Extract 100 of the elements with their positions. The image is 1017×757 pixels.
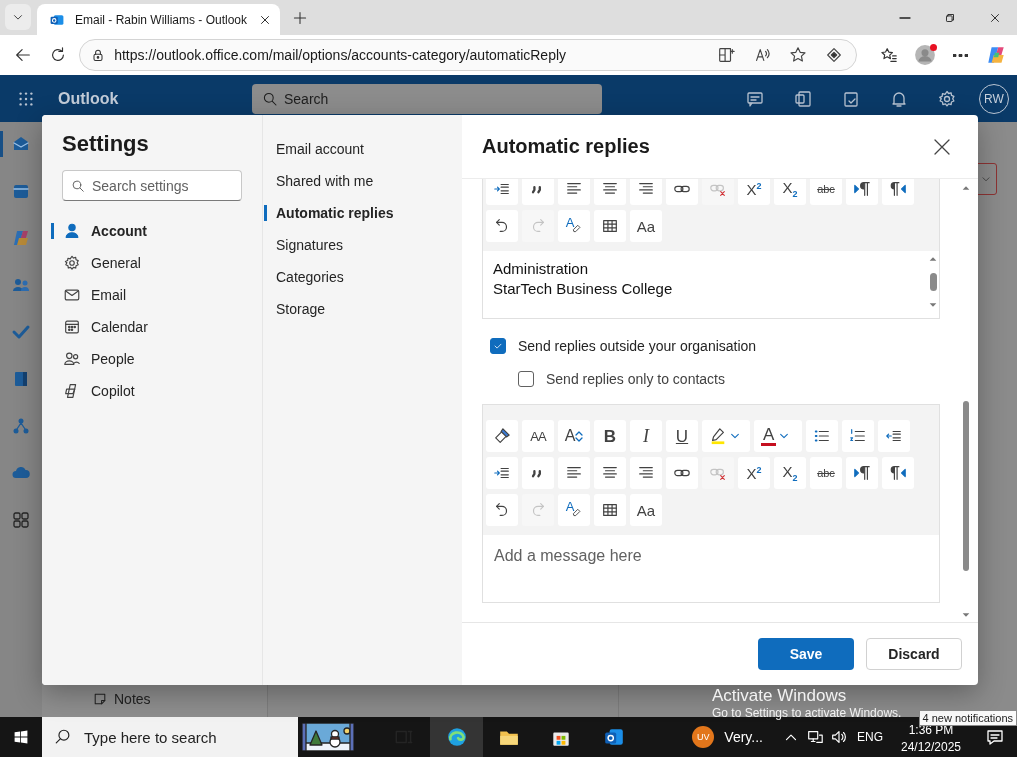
search-field[interactable]: Search <box>252 83 602 114</box>
scroll-thumb[interactable] <box>929 273 937 291</box>
folder-item[interactable]: Notes <box>92 687 267 711</box>
bold-button[interactable]: B <box>594 420 626 452</box>
font-style-button[interactable]: Aa <box>630 494 662 526</box>
search-field[interactable]: Search settings <box>62 170 242 201</box>
quote-button[interactable] <box>522 179 554 205</box>
clock-date[interactable]: 24/12/2025 <box>901 738 962 756</box>
settings-category[interactable]: Copilot <box>51 375 242 407</box>
settings-category[interactable]: General <box>51 247 242 279</box>
table-button[interactable] <box>594 210 626 242</box>
taskbar-app-button[interactable] <box>430 717 483 757</box>
diamond-icon <box>824 46 843 64</box>
subscript-button[interactable]: X$_{2}$ <box>774 457 806 489</box>
checkbox-label[interactable]: Send replies only to contacts <box>546 371 725 387</box>
align-center-button[interactable] <box>594 457 626 489</box>
font-style-button[interactable]: Aa <box>630 210 662 242</box>
grow-font-button[interactable]: A <box>558 420 590 452</box>
scroll-thumb[interactable] <box>963 401 969 571</box>
superscript-button[interactable]: X$^{2}$ <box>738 179 770 205</box>
person-icon <box>63 222 81 240</box>
settings-category[interactable]: People <box>51 343 242 375</box>
font-color-button[interactable]: A <box>754 420 802 452</box>
app-name: Outlook <box>58 89 120 108</box>
panel-title: Automatic replies <box>482 135 650 158</box>
checkbox[interactable] <box>490 338 506 354</box>
message-editor[interactable]: AA A B I U A X$^{2}$ X$_{2}$ abc A Aa Add a message here <box>482 404 940 603</box>
rtl-button[interactable] <box>882 179 914 205</box>
superscript-button[interactable]: X$^{2}$ <box>738 457 770 489</box>
subscript-button[interactable]: X$_{2}$ <box>774 179 806 205</box>
up-down-caret-icon <box>575 430 584 442</box>
indent-button[interactable] <box>486 457 518 489</box>
ltr-button[interactable] <box>846 179 878 205</box>
rtl-button[interactable] <box>882 457 914 489</box>
browser-tab[interactable]: Email - Rabin Williams - Outlook <box>37 4 280 35</box>
pilcrow-arrow-icon <box>889 464 907 482</box>
align-left-button[interactable] <box>558 179 590 205</box>
signature-editor[interactable]: X$^{2}$ X$_{2}$ abc A Aa Administration StarTech Business College <box>482 179 940 319</box>
link-button[interactable] <box>666 457 698 489</box>
save-button[interactable]: Save <box>758 638 854 670</box>
language-indicator[interactable]: ENG <box>857 730 883 744</box>
strikethrough-button[interactable]: abc <box>810 457 842 489</box>
star-list-icon <box>880 46 899 64</box>
clear-format-button[interactable]: A <box>558 494 590 526</box>
calendar-icon <box>63 318 81 336</box>
settings-subcategory[interactable]: Shared with me <box>263 165 462 197</box>
table-icon <box>601 501 619 519</box>
settings-subcategory[interactable]: Signatures <box>263 229 462 261</box>
url-text: https://outlook.office.com/mail/options/accounts-category/automaticReply <box>114 47 567 63</box>
ltr-button[interactable] <box>846 457 878 489</box>
table-icon <box>601 217 619 235</box>
plus-icon <box>292 10 308 26</box>
brush-icon <box>493 427 511 445</box>
indent-button[interactable] <box>486 179 518 205</box>
pilcrow-arrow-icon <box>853 464 871 482</box>
format-painter-button[interactable] <box>486 420 518 452</box>
checkbox-label[interactable]: Send replies outside your organisation <box>518 338 757 354</box>
italic-button[interactable]: I <box>630 420 662 452</box>
weather-text: Very... <box>724 729 763 745</box>
caret-icon <box>730 431 740 441</box>
highlight-button[interactable] <box>702 420 750 452</box>
settings-subcategory[interactable]: Categories <box>263 261 462 293</box>
underline-button[interactable]: U <box>666 420 698 452</box>
search-field[interactable]: Type here to search <box>42 717 298 757</box>
speech-bubble-icon <box>985 727 1005 747</box>
windows-logo-icon <box>13 729 29 745</box>
outdent-button[interactable] <box>878 420 910 452</box>
undo-button[interactable] <box>486 210 518 242</box>
settings-category[interactable]: Email <box>51 279 242 311</box>
quote-button[interactable] <box>522 457 554 489</box>
clear-format-button[interactable]: A <box>558 210 590 242</box>
settings-category[interactable]: Calendar <box>51 311 242 343</box>
swirl-icon <box>11 228 31 248</box>
back-arrow-icon <box>13 46 32 64</box>
discard-button[interactable]: Discard <box>866 638 962 670</box>
font-size-button[interactable]: AA <box>522 420 554 452</box>
align-center-button[interactable] <box>594 179 626 205</box>
activation-text: Go to Settings to activate Windows. <box>712 706 902 721</box>
bullets-button[interactable] <box>806 420 838 452</box>
ellipsis-icon <box>953 53 969 57</box>
checkbox[interactable] <box>518 371 534 387</box>
align-left-button[interactable] <box>558 457 590 489</box>
highlighter-icon <box>709 427 727 445</box>
align-right-button[interactable] <box>630 457 662 489</box>
link-button[interactable] <box>666 179 698 205</box>
settings-subcategory[interactable]: Email account <box>263 133 462 165</box>
apps-grid-icon <box>11 510 31 530</box>
search-icon <box>262 90 278 107</box>
notification-dot <box>929 44 937 51</box>
undo-button[interactable] <box>486 494 518 526</box>
weather-button[interactable]: UV Very... <box>692 726 763 748</box>
table-button[interactable] <box>594 494 626 526</box>
grid-dots-icon <box>17 89 35 108</box>
align-right-button[interactable] <box>630 179 662 205</box>
numbering-button[interactable] <box>842 420 874 452</box>
address-field[interactable]: https://outlook.office.com/mail/options/accounts-category/automaticReply <box>79 39 857 71</box>
strikethrough-button[interactable]: abc <box>810 179 842 205</box>
person-icon <box>914 44 937 66</box>
note-icon <box>92 691 108 707</box>
settings-subcategory[interactable]: Storage <box>263 293 462 325</box>
